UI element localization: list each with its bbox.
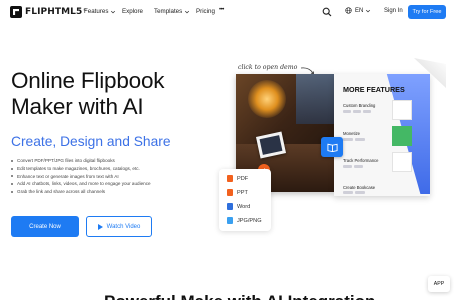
format-label: PPT	[237, 189, 248, 196]
nav-item-label: Pricing	[196, 8, 215, 15]
create-now-button[interactable]: Create Now	[11, 216, 79, 237]
pdf-file-icon	[227, 175, 233, 182]
feature-bullet-list: Convert PDF/PPT/JPG files into digital f…	[11, 157, 151, 196]
word-file-icon	[227, 203, 233, 210]
bullet-item: Edit templates to make magazines, brochu…	[11, 165, 151, 173]
section-heading: Powerful Make with AI Integration	[104, 292, 375, 300]
format-label: PDF	[237, 175, 249, 182]
flipbook-spine-icon	[321, 137, 343, 157]
feature-tags	[343, 191, 365, 194]
watch-video-label: Watch Video	[106, 223, 141, 230]
feature-label: Custom Branding	[343, 103, 376, 108]
search-icon[interactable]	[322, 7, 332, 17]
feature-label: Track Performance	[343, 158, 379, 163]
chevron-down-icon	[111, 10, 116, 13]
feature-tags	[343, 138, 365, 141]
hero-title-line: Online Flipbook	[11, 68, 165, 93]
nav-item-label: Templates	[154, 8, 183, 15]
book-icon	[326, 143, 338, 152]
feature-label: Monetize	[343, 131, 360, 136]
bullet-item: Enhance text or generate images from tex…	[11, 173, 151, 181]
supported-formats-card: PDF PPT Word JPG/PNG	[219, 169, 271, 231]
nav-item-explore[interactable]: Explore	[122, 8, 143, 15]
feature-tags	[343, 165, 363, 168]
globe-icon	[345, 7, 352, 14]
language-selector[interactable]: EN	[345, 7, 371, 14]
format-item: JPG/PNG	[227, 217, 262, 224]
play-icon	[97, 223, 103, 230]
hero-subtitle: Create, Design and Share	[11, 134, 171, 149]
logo-text: FLIPHTML5	[25, 7, 83, 17]
language-label: EN	[355, 7, 364, 14]
app-download-button[interactable]: APP	[428, 276, 450, 292]
nav-item-templates[interactable]: Templates	[154, 8, 190, 15]
feature-thumbnail	[392, 126, 412, 146]
hero-title-line: Maker with AI	[11, 94, 144, 119]
bullet-item: Convert PDF/PPT/JPG files into digital f…	[11, 157, 151, 165]
feature-thumbnail	[392, 152, 412, 172]
nav-item-features[interactable]: Features	[84, 8, 116, 15]
feature-tags	[343, 110, 371, 113]
format-item: PPT	[227, 189, 248, 196]
logo-icon	[10, 6, 22, 18]
try-for-free-button[interactable]: Try for Free	[408, 5, 446, 19]
feature-thumbnail	[392, 100, 412, 120]
more-features-title: MORE FEATURES	[343, 85, 405, 94]
sign-in-link[interactable]: Sign In	[384, 8, 403, 14]
chevron-down-icon	[185, 10, 190, 13]
format-item: Word	[227, 203, 250, 210]
watch-video-button[interactable]: Watch Video	[86, 216, 152, 237]
image-file-icon	[227, 217, 233, 224]
nav-item-pricing[interactable]: Pricing	[196, 8, 215, 15]
format-label: JPG/PNG	[237, 217, 262, 224]
hero-title: Online Flipbook Maker with AI	[11, 68, 211, 120]
logo[interactable]: FLIPHTML5 ®	[10, 6, 86, 18]
window-image	[296, 74, 334, 124]
more-menu-button[interactable]: •••	[219, 7, 224, 13]
click-to-open-demo-label: click to open demo	[238, 64, 298, 71]
chevron-down-icon	[366, 9, 371, 12]
bullet-item: Grab the link and share across all chann…	[11, 188, 151, 196]
top-navigation: FLIPHTML5 ® Features Explore Templates P…	[0, 0, 456, 26]
format-item: PDF	[227, 175, 248, 182]
nav-item-label: Features	[84, 8, 109, 15]
nav-item-label: Explore	[122, 8, 143, 15]
ppt-file-icon	[227, 189, 233, 196]
format-label: Word	[237, 203, 251, 210]
feature-label: Create Bookcase	[343, 185, 376, 190]
bullet-item: Add AI chatbots, links, videos, and more…	[11, 180, 151, 188]
lamp-image	[248, 80, 286, 118]
